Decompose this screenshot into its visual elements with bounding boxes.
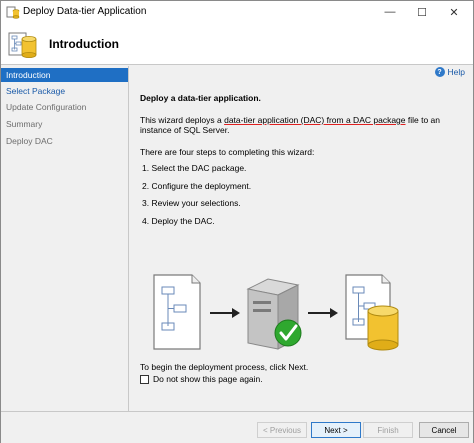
intro-text-start: This wizard deploys a <box>140 115 225 125</box>
nav-item-summary: Summary <box>6 119 43 129</box>
intro-text-underlined: data-tier application (DAC) from a DAC p… <box>224 115 406 125</box>
package-document-icon <box>153 274 201 350</box>
help-icon: ? <box>434 67 445 77</box>
database-document-icon <box>345 274 399 351</box>
steps-intro: There are four steps to completing this … <box>140 147 315 157</box>
maximize-button[interactable]: ☐ <box>405 1 439 23</box>
title-bar[interactable]: Deploy Data-tier Application — ☐ ✕ <box>1 1 473 23</box>
help-label: Help <box>447 67 465 77</box>
cancel-button[interactable]: Cancel <box>419 422 469 438</box>
deployment-illustration <box>153 274 399 351</box>
nav-item-introduction[interactable]: Introduction <box>1 68 128 82</box>
arrow-right-icon <box>308 308 338 318</box>
help-link[interactable]: ? Help <box>434 67 465 77</box>
dac-package-icon <box>8 32 37 58</box>
begin-instructions: To begin the deployment process, click N… <box>140 362 309 372</box>
step-item: 1. Select the DAC package. <box>142 163 247 173</box>
arrow-right-icon <box>210 308 240 318</box>
minimize-button[interactable]: — <box>373 1 407 23</box>
close-button[interactable]: ✕ <box>437 1 471 23</box>
window-title: Deploy Data-tier Application <box>23 6 147 17</box>
previous-button[interactable]: < Previous <box>257 422 307 438</box>
section-title: Deploy a data-tier application. <box>140 93 261 103</box>
wizard-content: ? Help Deploy a data-tier application. T… <box>130 66 473 411</box>
nav-item-update-configuration: Update Configuration <box>6 102 87 112</box>
nav-item-select-package[interactable]: Select Package <box>1 84 128 98</box>
wizard-header: Introduction <box>1 23 473 65</box>
deploy-dac-wizard-window: Deploy Data-tier Application — ☐ ✕ Intro… <box>0 0 474 443</box>
wizard-step-nav: Introduction Select Package Update Confi… <box>1 66 129 411</box>
app-icon <box>6 6 20 19</box>
step-item: 3. Review your selections. <box>142 198 241 208</box>
next-button[interactable]: Next > <box>311 422 361 438</box>
dont-show-again-option[interactable]: Do not show this page again. <box>140 374 263 384</box>
wizard-footer: < Previous Next > Finish Cancel <box>1 411 473 443</box>
page-title: Introduction <box>49 37 119 51</box>
nav-item-deploy-dac: Deploy DAC <box>6 136 53 146</box>
success-check-icon <box>274 319 302 347</box>
dont-show-again-checkbox[interactable] <box>140 374 149 384</box>
dont-show-again-label[interactable]: Do not show this page again. <box>153 374 263 384</box>
finish-button[interactable]: Finish <box>363 422 413 438</box>
step-item: 2. Configure the deployment. <box>142 181 252 191</box>
step-item: 4. Deploy the DAC. <box>142 216 215 226</box>
intro-paragraph: This wizard deploys a data-tier applicat… <box>140 115 460 135</box>
